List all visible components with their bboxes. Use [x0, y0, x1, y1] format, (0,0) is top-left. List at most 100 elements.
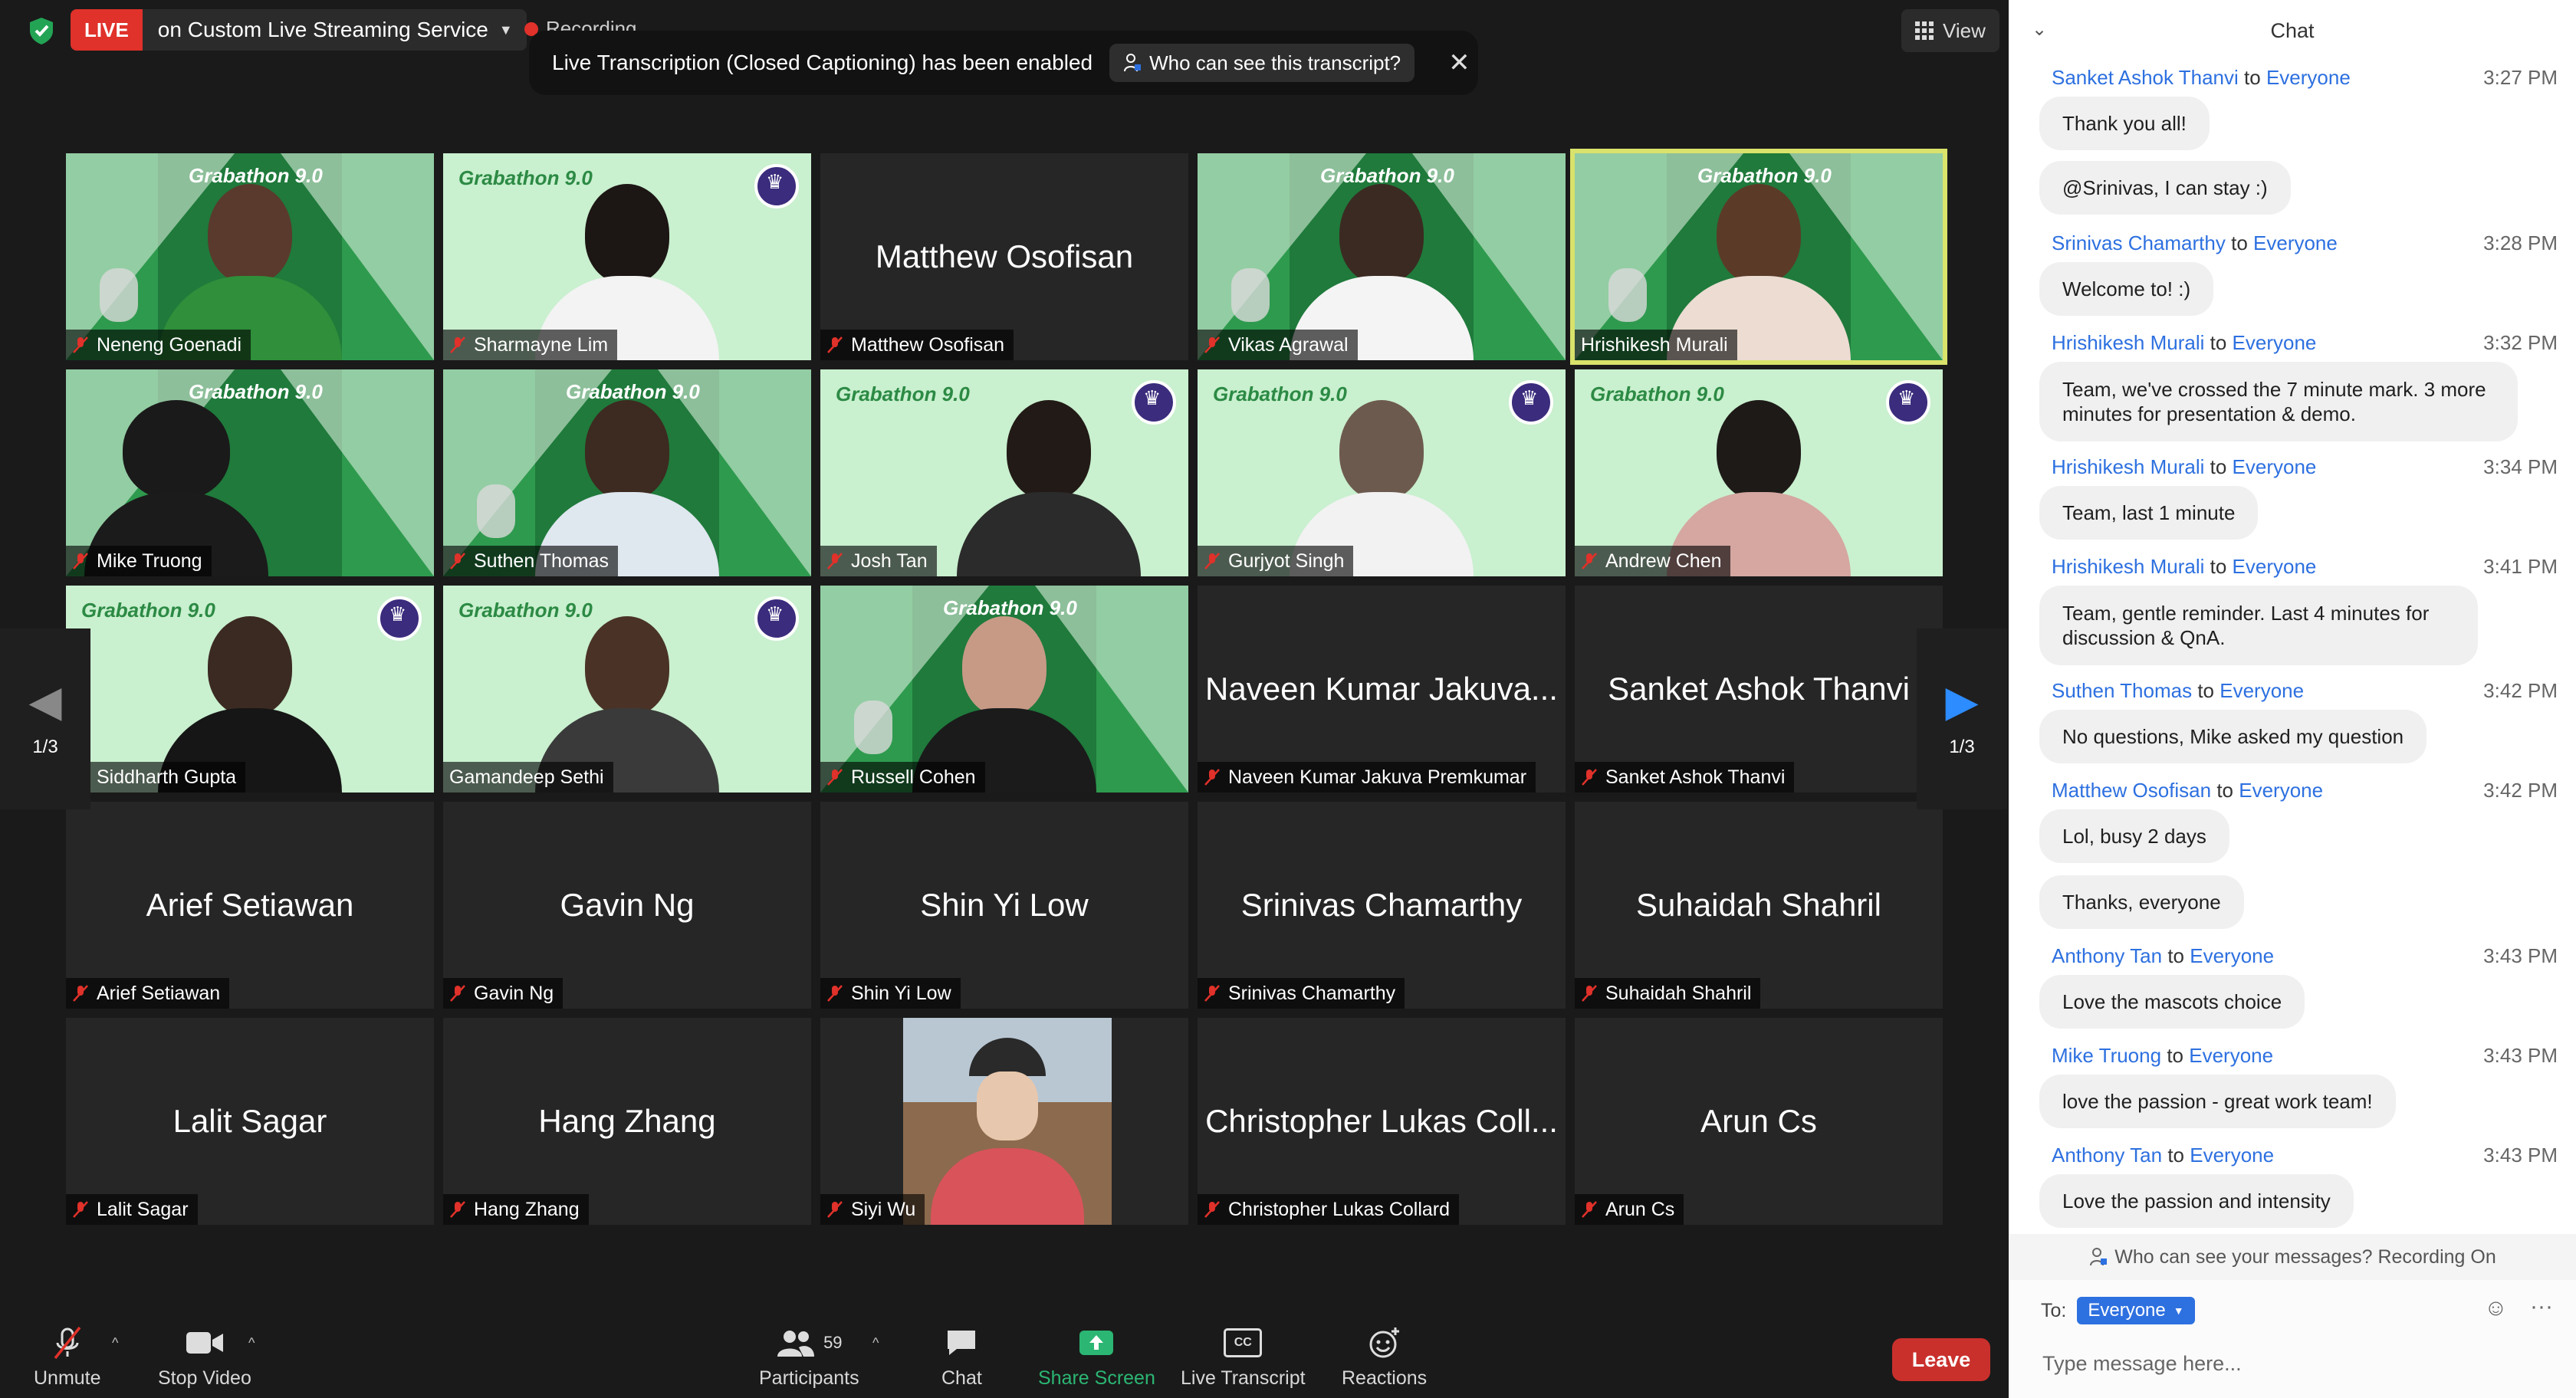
message-sender[interactable]: Mike Truong — [2052, 1044, 2161, 1067]
share-screen-button[interactable]: Share Screen — [1038, 1326, 1155, 1390]
participant-name-label: Josh Tan — [820, 546, 937, 576]
message-recipient: Everyone — [2220, 679, 2305, 702]
closed-caption-icon: CC — [1224, 1328, 1263, 1357]
emoji-icon[interactable]: ☺ — [2484, 1295, 2508, 1321]
message-bubble[interactable]: love the passion - great work team! — [2039, 1075, 2396, 1128]
to-label: To: — [2041, 1299, 2067, 1321]
unmute-label: Unmute — [34, 1367, 101, 1389]
video-tile-sanket-ashok-thanvi[interactable]: Sanket Ashok Thanvi Sanket Ashok Thanvi — [1575, 586, 1943, 793]
video-tile-gamandeep-sethi[interactable]: Grabathon 9.0 Gamandeep Sethi — [443, 586, 811, 793]
video-tile-russell-cohen[interactable]: Grabathon 9.0 Russell Cohen — [820, 586, 1188, 793]
live-transcript-button[interactable]: CC Live Transcript — [1181, 1326, 1306, 1390]
message-sender[interactable]: Anthony Tan — [2052, 1144, 2162, 1167]
message-bubble[interactable]: Love the passion and intensity — [2039, 1174, 2354, 1228]
video-tile-sharmayne-lim[interactable]: Grabathon 9.0 Sharmayne Lim — [443, 153, 811, 360]
message-bubble[interactable]: Lol, busy 2 days — [2039, 809, 2229, 863]
video-tile-hang-zhang[interactable]: Hang Zhang Hang Zhang — [443, 1018, 811, 1225]
message-header: Hrishikesh Murali to Everyone 3:34 PM — [2052, 455, 2558, 478]
message-bubble[interactable]: Thank you all! — [2039, 97, 2210, 150]
who-can-see-transcript-button[interactable]: Who can see this transcript? — [1109, 44, 1415, 82]
profile-photo — [903, 1018, 1112, 1225]
message-bubble[interactable]: Team, last 1 minute — [2039, 486, 2259, 540]
muted-mic-icon — [450, 336, 465, 353]
video-tile-naveen-kumar[interactable]: Naveen Kumar Jakuva... Naveen Kumar Jaku… — [1198, 586, 1566, 793]
meeting-area: LIVE on Custom Live Streaming Service ▼ … — [0, 0, 2009, 1398]
muted-mic-icon — [450, 985, 465, 1002]
chat-panel: ⌄ Chat Sanket Ashok Thanvi to Everyone 3… — [2009, 0, 2576, 1398]
message-header: Matthew Osofisan to Everyone 3:42 PM — [2052, 779, 2558, 802]
message-sender[interactable]: Hrishikesh Murali — [2052, 555, 2204, 578]
message-sender[interactable]: Matthew Osofisan — [2052, 779, 2211, 802]
live-badge: LIVE — [71, 9, 143, 51]
video-tile-lalit-sagar[interactable]: Lalit Sagar Lalit Sagar — [66, 1018, 434, 1225]
crown-badge-icon — [754, 596, 799, 641]
share-screen-icon — [1079, 1331, 1114, 1355]
who-can-see-messages-link[interactable]: Who can see your messages? Recording On — [2009, 1234, 2576, 1280]
video-tile-neneng-goenadi[interactable]: Grabathon 9.0 Neneng Goenadi — [66, 153, 434, 360]
message-bubble[interactable]: Team, gentle reminder. Last 4 minutes fo… — [2039, 586, 2478, 665]
message-bubble[interactable]: @Srinivas, I can stay :) — [2039, 161, 2291, 215]
stop-video-button[interactable]: Stop Video — [158, 1326, 251, 1390]
close-icon[interactable]: ✕ — [1448, 48, 1470, 78]
participant-name-label: Neneng Goenadi — [66, 330, 251, 360]
chat-composer: Who can see your messages? Recording On … — [2009, 1234, 2576, 1398]
participants-chevron-up-icon[interactable]: ^ — [872, 1335, 879, 1351]
message-recipient: Everyone — [2190, 944, 2275, 967]
message-sender[interactable]: Hrishikesh Murali — [2052, 455, 2204, 478]
video-tile-siddharth-gupta[interactable]: Grabathon 9.0 Siddharth Gupta — [66, 586, 434, 793]
message-sender[interactable]: Srinivas Chamarthy — [2052, 231, 2226, 254]
participants-button[interactable]: 59 Participants — [759, 1326, 859, 1390]
participant-name-label: Vikas Agrawal — [1198, 330, 1358, 360]
video-tile-matthew-osofisan[interactable]: Matthew Osofisan Matthew Osofisan — [820, 153, 1188, 360]
video-tile-hrishikesh-murali-active-speaker[interactable]: Grabathon 9.0 Hrishikesh Murali — [1570, 149, 1947, 365]
video-tile-josh-tan[interactable]: Grabathon 9.0 Josh Tan — [820, 369, 1188, 576]
video-tile-srinivas-chamarthy[interactable]: Srinivas Chamarthy Srinivas Chamarthy — [1198, 802, 1566, 1009]
video-tile-christopher-lukas-collard[interactable]: Christopher Lukas Coll... Christopher Lu… — [1198, 1018, 1566, 1225]
video-tile-mike-truong[interactable]: Grabathon 9.0 Mike Truong — [66, 369, 434, 576]
participant-name-label: Andrew Chen — [1575, 546, 1731, 576]
video-tile-gavin-ng[interactable]: Gavin Ng Gavin Ng — [443, 802, 811, 1009]
unmute-button[interactable]: Unmute — [34, 1326, 101, 1390]
video-tile-suhaidah-shahril[interactable]: Suhaidah Shahril Suhaidah Shahril — [1575, 802, 1943, 1009]
video-options-chevron-up-icon[interactable]: ^ — [248, 1335, 255, 1351]
message-bubble[interactable]: Welcome to! :) — [2039, 262, 2214, 316]
video-tile-arief-setiawan[interactable]: Arief Setiawan Arief Setiawan — [66, 802, 434, 1009]
message-bubble[interactable]: Team, we've crossed the 7 minute mark. 3… — [2039, 362, 2518, 441]
recipient-select[interactable]: Everyone ▼ — [2077, 1297, 2195, 1324]
view-button[interactable]: View — [1901, 9, 1999, 52]
chat-message-list[interactable]: Sanket Ashok Thanvi to Everyone 3:27 PM … — [2009, 61, 2576, 1234]
message-sender[interactable]: Suthen Thomas — [2052, 679, 2192, 702]
security-shield-icon[interactable] — [26, 15, 57, 46]
message-sender[interactable]: Hrishikesh Murali — [2052, 331, 2204, 354]
message-recipient: Everyone — [2266, 66, 2351, 89]
participant-count: 59 — [823, 1333, 843, 1352]
video-tile-andrew-chen[interactable]: Grabathon 9.0 Andrew Chen — [1575, 369, 1943, 576]
previous-page-button[interactable]: ◀ 1/3 — [0, 628, 90, 809]
video-tile-suthen-thomas[interactable]: Grabathon 9.0 Suthen Thomas — [443, 369, 811, 576]
message-header: Sanket Ashok Thanvi to Everyone 3:27 PM — [2052, 66, 2558, 89]
reactions-button[interactable]: Reactions — [1342, 1326, 1427, 1390]
video-tile-gurjyot-singh[interactable]: Grabathon 9.0 Gurjyot Singh — [1198, 369, 1566, 576]
message-input[interactable] — [2041, 1346, 2550, 1381]
leave-button[interactable]: Leave — [1892, 1338, 1990, 1381]
message-bubble[interactable]: Thanks, everyone — [2039, 875, 2244, 929]
video-tile-arun-cs[interactable]: Arun Cs Arun Cs — [1575, 1018, 1943, 1225]
stop-video-label: Stop Video — [158, 1367, 251, 1389]
message-sender[interactable]: Sanket Ashok Thanvi — [2052, 66, 2239, 89]
video-tile-shin-yi-low[interactable]: Shin Yi Low Shin Yi Low — [820, 802, 1188, 1009]
message-bubble[interactable]: Love the mascots choice — [2039, 975, 2305, 1029]
message-sender[interactable]: Anthony Tan — [2052, 944, 2162, 967]
live-stream-dropdown[interactable]: LIVE on Custom Live Streaming Service ▼ — [71, 9, 527, 51]
more-options-icon[interactable]: ··· — [2530, 1294, 2553, 1320]
participant-name-label: Suhaidah Shahril — [1575, 978, 1761, 1009]
message-bubble[interactable]: No questions, Mike asked my question — [2039, 710, 2427, 763]
message-time: 3:43 PM — [2483, 1044, 2558, 1067]
audio-options-chevron-up-icon[interactable]: ^ — [112, 1335, 118, 1351]
chevron-down-icon[interactable]: ⌄ — [2032, 18, 2047, 41]
chat-button[interactable]: Chat — [941, 1326, 982, 1390]
video-tile-vikas-agrawal[interactable]: Grabathon 9.0 Vikas Agrawal — [1198, 153, 1566, 360]
next-page-button[interactable]: ▶ 1/3 — [1917, 628, 2007, 809]
participant-name-label: Suthen Thomas — [443, 546, 619, 576]
message-header: Srinivas Chamarthy to Everyone 3:28 PM — [2052, 231, 2558, 254]
video-tile-siyi-wu[interactable]: Siyi Wu — [820, 1018, 1188, 1225]
